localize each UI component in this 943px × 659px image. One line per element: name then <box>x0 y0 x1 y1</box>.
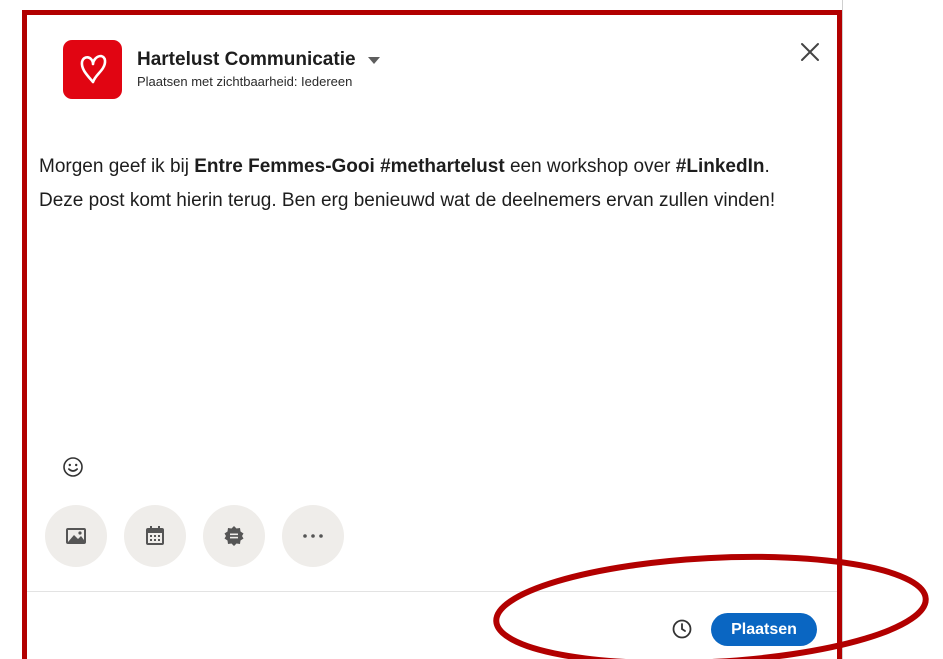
celebrate-button[interactable] <box>203 505 265 567</box>
author-block: Hartelust Communicatie Plaatsen met zich… <box>137 49 380 89</box>
caret-down-icon[interactable] <box>367 56 380 64</box>
heart-logo-icon <box>63 39 122 99</box>
post-text-segment: Morgen geef ik bij <box>39 156 195 177</box>
background-panel <box>842 0 943 659</box>
post-text-segment: een workshop over <box>504 156 676 177</box>
image-icon <box>66 528 86 544</box>
background-edge <box>842 0 843 659</box>
badge-icon <box>224 526 244 546</box>
post-text-bold: Entre Femmes-Gooi #methartelust <box>194 156 505 177</box>
post-text-bold: #LinkedIn <box>675 156 765 177</box>
visibility-setting[interactable]: Plaatsen met zichtbaarheid: Iedereen <box>137 74 380 89</box>
more-options-button[interactable] <box>282 505 344 567</box>
media-toolbar <box>45 505 344 567</box>
post-text-editor[interactable]: Morgen geef ik bij Entre Femmes-Gooi #me… <box>39 150 819 218</box>
post-composer-modal: Hartelust Communicatie Plaatsen met zich… <box>22 10 842 659</box>
close-icon[interactable] <box>797 39 823 65</box>
add-image-button[interactable] <box>45 505 107 567</box>
create-event-button[interactable] <box>124 505 186 567</box>
post-button[interactable]: Plaatsen <box>711 613 817 646</box>
author-name: Hartelust Communicatie <box>137 49 356 70</box>
footer-divider <box>27 591 837 592</box>
composer-header: Hartelust Communicatie Plaatsen met zich… <box>63 39 380 99</box>
smiley-icon[interactable] <box>61 455 85 479</box>
clock-icon[interactable] <box>671 618 693 640</box>
more-icon <box>303 534 323 538</box>
calendar-icon <box>146 526 164 545</box>
author-selector[interactable]: Hartelust Communicatie <box>137 49 380 71</box>
